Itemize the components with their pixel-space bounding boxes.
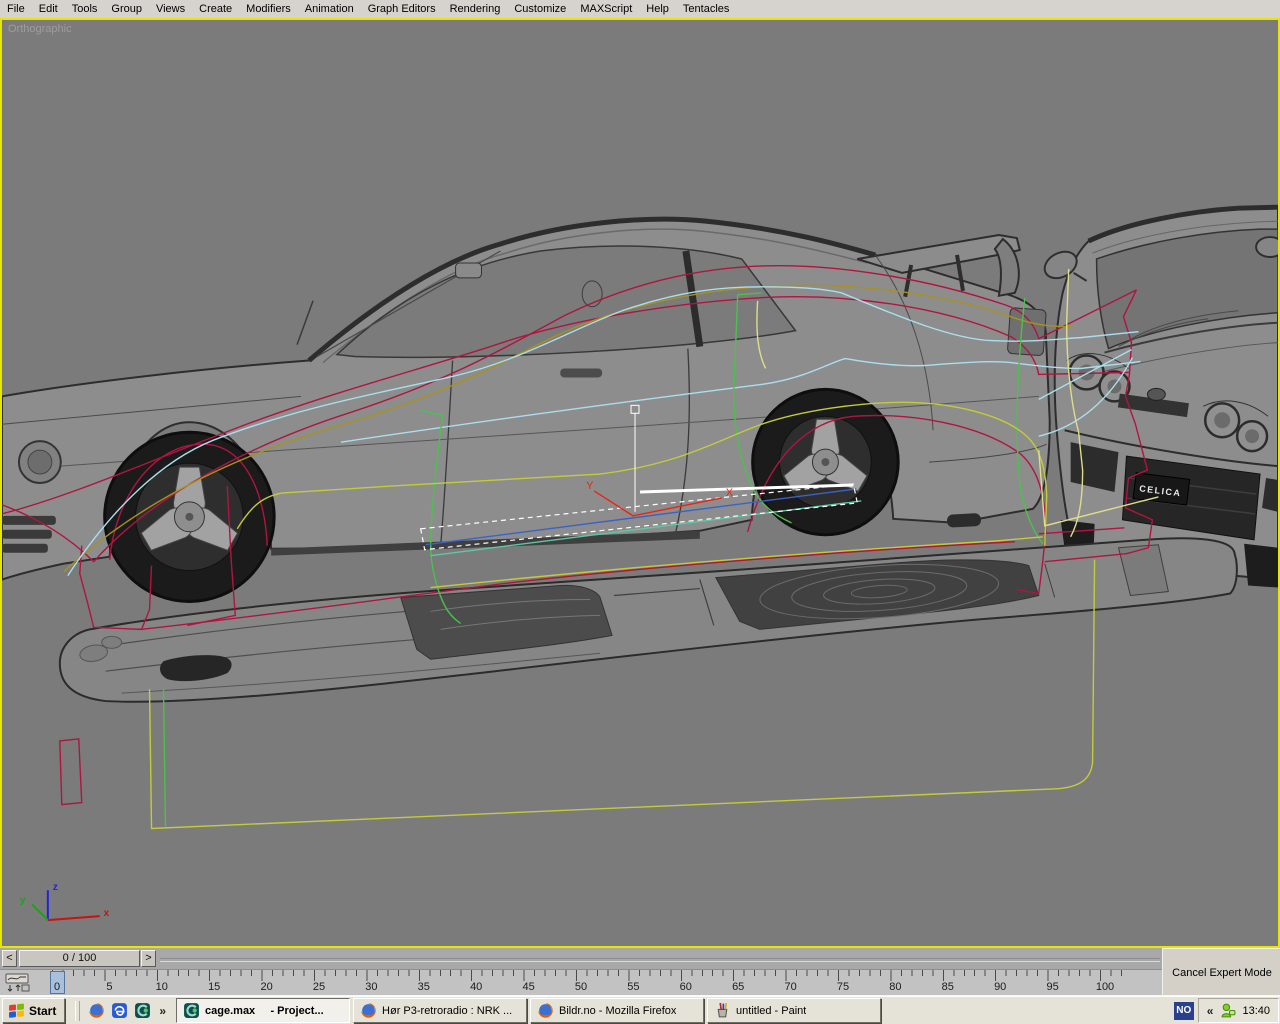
menu-item-edit[interactable]: Edit [32, 1, 65, 17]
open-mini-curve-editor-button[interactable] [5, 973, 31, 993]
blueprint-front-view: CELICA [1040, 207, 1278, 587]
menu-item-rendering[interactable]: Rendering [443, 1, 508, 17]
paint-icon [714, 1002, 731, 1019]
trackbar-tick-label: 100 [1096, 981, 1114, 993]
menu-item-graph-editors[interactable]: Graph Editors [361, 1, 443, 17]
menu-item-group[interactable]: Group [104, 1, 149, 17]
taskbar: Start » cage. [0, 995, 1280, 1024]
trackbar-tick-label: 0 [54, 981, 60, 993]
next-frame-button[interactable]: > [141, 950, 156, 967]
task-button-cage-max[interactable]: cage.max - Project... [176, 998, 350, 1023]
3ds-max-icon [183, 1002, 200, 1019]
gizmo-y-label: Y [586, 480, 594, 492]
menu-item-tools[interactable]: Tools [65, 1, 105, 17]
task-title: cage.max - Project... [205, 1005, 324, 1017]
trackbar-tick-label: 70 [784, 981, 796, 993]
menu-item-create[interactable]: Create [192, 1, 239, 17]
trackbar-tick-label: 30 [365, 981, 377, 993]
menu-item-animation[interactable]: Animation [298, 1, 361, 17]
task-button-bildr-firefox[interactable]: Bildr.no - Mozilla Firefox [530, 998, 704, 1023]
3ds-max-icon[interactable] [134, 1002, 151, 1019]
trackbar-tick-label: 15 [208, 981, 220, 993]
internet-explorer-icon[interactable] [111, 1002, 128, 1019]
quick-launch-bar: » [65, 1001, 176, 1021]
world-axis-tripod: z x y [20, 882, 110, 920]
trackbar-tick-label: 25 [313, 981, 325, 993]
rear-spoiler [857, 235, 1019, 273]
cancel-expert-mode-button[interactable]: Cancel Expert Mode [1162, 948, 1280, 996]
task-title: Hør P3-retroradio : NRK ... [382, 1005, 512, 1017]
menu-item-maxscript[interactable]: MAXScript [573, 1, 639, 17]
windows-flag-icon [8, 1002, 25, 1019]
screen: FileEditToolsGroupViewsCreateModifiersAn… [0, 0, 1280, 1024]
trackbar-tick-label: 20 [260, 981, 272, 993]
trackbar-tick-label: 90 [994, 981, 1006, 993]
trackbar-tick-label: 75 [837, 981, 849, 993]
trackbar-tick-label: 95 [1046, 981, 1058, 993]
time-slider-bar: < 0 / 100 > [0, 948, 1162, 969]
firefox-icon[interactable] [88, 1002, 105, 1019]
menu-bar: FileEditToolsGroupViewsCreateModifiersAn… [0, 0, 1280, 19]
firefox-icon [360, 1002, 377, 1019]
menu-item-views[interactable]: Views [149, 1, 192, 17]
start-label: Start [29, 1004, 56, 1018]
x-axis-label: x [104, 908, 110, 919]
side-mirror [456, 263, 482, 278]
trackbar-tick-label: 80 [889, 981, 901, 993]
viewport-orthographic[interactable]: Orthographic [0, 18, 1280, 948]
task-title: Bildr.no - Mozilla Firefox [559, 1005, 676, 1017]
messenger-icon[interactable] [1220, 1002, 1237, 1019]
previous-frame-button[interactable]: < [2, 950, 17, 967]
menu-item-customize[interactable]: Customize [507, 1, 573, 17]
menu-item-help[interactable]: Help [639, 1, 676, 17]
trackbar-tick-label: 65 [732, 981, 744, 993]
time-slider[interactable]: 0 / 100 [19, 950, 140, 967]
trackbar-tick-label: 60 [680, 981, 692, 993]
menu-item-modifiers[interactable]: Modifiers [239, 1, 298, 17]
viewport-canvas[interactable]: CELICA [2, 20, 1278, 946]
y-axis-label: y [20, 895, 26, 906]
time-slider-track[interactable] [160, 958, 1160, 962]
y-axis-line [32, 904, 48, 920]
task-button-untitled-paint[interactable]: untitled - Paint [707, 998, 881, 1023]
front-wheel [105, 432, 274, 601]
trackbar-tick-label: 35 [418, 981, 430, 993]
menu-item-file[interactable]: File [0, 1, 32, 17]
trackbar-tick-label: 5 [106, 981, 112, 993]
trackbar-tick-label: 50 [575, 981, 587, 993]
gizmo-x-label: X [726, 487, 734, 499]
language-indicator[interactable]: NO [1174, 1002, 1194, 1020]
taskbar-divider[interactable] [75, 1001, 80, 1021]
x-axis-line [48, 916, 100, 920]
track-bar[interactable]: 0 5 10 15 20 25 30 35 40 45 50 55 60 65 70 75 80 85 90 95 10… [0, 969, 1162, 996]
task-button-nrk-radio[interactable]: Hør P3-retroradio : NRK ... [353, 998, 527, 1023]
quick-launch-overflow-chevron[interactable]: » [157, 1004, 168, 1018]
firefox-icon [537, 1002, 554, 1019]
system-tray: « 13:40 [1198, 998, 1279, 1023]
task-title: untitled - Paint [736, 1005, 806, 1017]
trackbar-ruler[interactable]: 0 5 10 15 20 25 30 35 40 45 50 55 60 65 70 75 80 85 90 95 10… [34, 970, 1162, 996]
trackbar-tick-label: 40 [470, 981, 482, 993]
trackbar-tick-label: 45 [522, 981, 534, 993]
viewport-label[interactable]: Orthographic [8, 23, 72, 35]
menu-item-tentacles[interactable]: Tentacles [676, 1, 736, 17]
start-button[interactable]: Start [2, 998, 65, 1023]
trackbar-tick-label: 10 [156, 981, 168, 993]
trackbar-tick-label: 85 [942, 981, 954, 993]
trackbar-tick-label: 55 [627, 981, 639, 993]
taskbar-clock[interactable]: 13:40 [1242, 1005, 1270, 1017]
tray-chevron[interactable]: « [1205, 1004, 1216, 1018]
z-axis-label: z [53, 882, 58, 893]
door-handle [560, 368, 602, 377]
